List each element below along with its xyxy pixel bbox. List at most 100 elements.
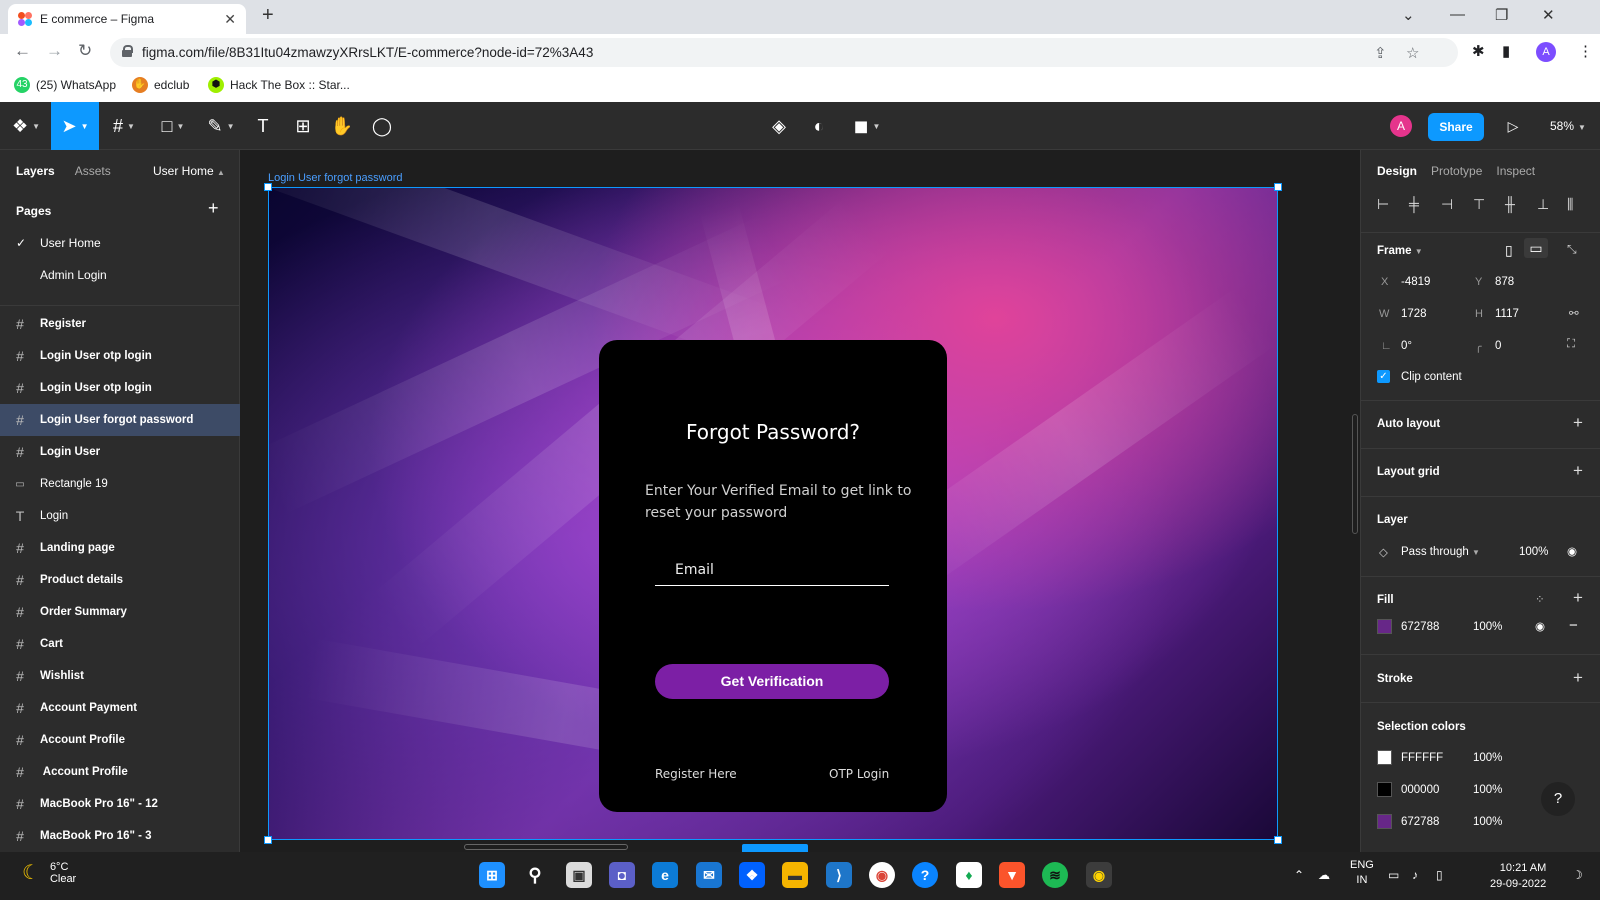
- layer-item[interactable]: # MacBook Pro 16" - 3: [0, 820, 240, 852]
- address-bar[interactable]: figma.com/file/8B31Itu04zmawzyXRrsLKT/E-…: [110, 38, 1458, 67]
- register-here-link[interactable]: Register Here: [655, 767, 737, 781]
- tab-layers[interactable]: Layers: [16, 164, 55, 178]
- notification-icon[interactable]: ☽: [1572, 868, 1583, 882]
- layer-item[interactable]: # Landing page: [0, 532, 240, 564]
- selection-color-hex[interactable]: FFFFFF: [1401, 752, 1443, 764]
- align-horizontal-center-icon[interactable]: ╪: [1409, 196, 1419, 212]
- profile-avatar[interactable]: A: [1536, 42, 1556, 62]
- add-fill-icon[interactable]: +: [1573, 588, 1583, 608]
- volume-icon[interactable]: ♪: [1412, 868, 1418, 882]
- layer-item[interactable]: # Product details: [0, 564, 240, 596]
- landscape-icon[interactable]: ▭: [1524, 238, 1548, 258]
- close-tab-icon[interactable]: ✕: [224, 11, 236, 28]
- selection-color-swatch[interactable]: [1377, 782, 1392, 797]
- fill-color-swatch[interactable]: [1377, 619, 1392, 634]
- current-page-dropdown[interactable]: User Home ▲: [153, 164, 225, 178]
- remove-fill-icon[interactable]: −: [1569, 617, 1578, 634]
- show-hidden-icons-icon[interactable]: ⌃: [1294, 868, 1304, 882]
- tab-search-icon[interactable]: ⌄: [1402, 6, 1415, 24]
- new-tab-icon[interactable]: +: [262, 4, 274, 27]
- minimize-icon[interactable]: —: [1450, 6, 1465, 23]
- width-input[interactable]: 1728: [1401, 308, 1427, 320]
- layer-opacity-input[interactable]: 100%: [1519, 546, 1548, 558]
- resources-icon[interactable]: ⊞: [288, 102, 318, 150]
- user-avatar[interactable]: A: [1390, 115, 1412, 137]
- side-panel-icon[interactable]: ▮: [1502, 42, 1510, 60]
- dropbox-icon[interactable]: ❖: [739, 862, 765, 888]
- zoom-dropdown[interactable]: 58% ▼: [1550, 119, 1586, 133]
- close-window-icon[interactable]: ✕: [1542, 6, 1555, 24]
- onedrive-icon[interactable]: ☁: [1318, 868, 1330, 882]
- share-button[interactable]: Share: [1428, 113, 1484, 141]
- language-indicator[interactable]: ENG IN: [1350, 858, 1374, 888]
- add-auto-layout-icon[interactable]: +: [1573, 413, 1583, 433]
- figma-main-menu-icon[interactable]: ❖ ▼: [6, 102, 46, 150]
- align-top-icon[interactable]: ⊤: [1473, 196, 1485, 213]
- layer-item[interactable]: # MacBook Pro 16" - 12: [0, 788, 240, 820]
- selection-color-opacity[interactable]: 100%: [1473, 784, 1502, 796]
- height-input[interactable]: 1117: [1495, 308, 1519, 320]
- layer-item[interactable]: # Account Payment: [0, 692, 240, 724]
- hand-tool-icon[interactable]: ✋: [326, 102, 358, 150]
- forward-icon[interactable]: →: [46, 41, 63, 61]
- otp-login-link[interactable]: OTP Login: [829, 767, 889, 781]
- share-page-icon[interactable]: ⇪: [1374, 44, 1387, 62]
- help-button[interactable]: ?: [1541, 782, 1575, 816]
- edge-browser-icon[interactable]: e: [652, 862, 678, 888]
- resize-handle[interactable]: [264, 183, 272, 191]
- text-tool-icon[interactable]: T: [248, 102, 278, 150]
- clip-content-checkbox[interactable]: ✓: [1377, 370, 1390, 383]
- layer-item[interactable]: ▭ Rectangle 19: [0, 468, 240, 500]
- help-app-icon[interactable]: ?: [912, 862, 938, 888]
- selection-color-swatch[interactable]: [1377, 750, 1392, 765]
- move-tool-icon[interactable]: ➤ ▼: [51, 102, 99, 150]
- selection-color-hex[interactable]: 000000: [1401, 784, 1439, 796]
- bookmark-hackthebox[interactable]: ⬢ Hack The Box :: Star...: [208, 77, 350, 93]
- teams-chat-icon[interactable]: ◘: [609, 862, 635, 888]
- selection-color-swatch[interactable]: [1377, 814, 1392, 829]
- search-icon[interactable]: ⚲: [522, 862, 548, 888]
- restore-icon[interactable]: ❐: [1495, 6, 1508, 24]
- fill-opacity-input[interactable]: 100%: [1473, 621, 1502, 633]
- frame-name-label[interactable]: Login User forgot password: [268, 172, 403, 184]
- task-view-icon[interactable]: ▣: [566, 862, 592, 888]
- shape-tool-icon[interactable]: □ ▼: [152, 102, 194, 150]
- x-input[interactable]: -4819: [1401, 276, 1430, 288]
- chrome-profile-icon[interactable]: ◉: [1086, 862, 1112, 888]
- battery-icon[interactable]: ▯: [1436, 868, 1443, 882]
- add-page-icon[interactable]: +: [208, 198, 219, 219]
- mask-icon[interactable]: ◐: [804, 102, 834, 150]
- align-vertical-center-icon[interactable]: ╫: [1505, 196, 1515, 212]
- layer-item[interactable]: # Account Profile: [0, 756, 240, 788]
- resize-handle[interactable]: [1274, 836, 1282, 844]
- constrain-proportions-icon[interactable]: ⚯: [1569, 306, 1579, 320]
- layer-item[interactable]: # Account Profile: [0, 724, 240, 756]
- rotation-input[interactable]: 0°: [1401, 340, 1412, 352]
- back-icon[interactable]: ←: [14, 41, 31, 61]
- fill-hex-input[interactable]: 672788: [1401, 621, 1439, 633]
- frame-tool-icon[interactable]: # ▼: [104, 102, 144, 150]
- email-field[interactable]: Email: [675, 562, 714, 578]
- chrome-menu-icon[interactable]: ⋮: [1578, 42, 1593, 60]
- extensions-icon[interactable]: ✱: [1472, 42, 1485, 60]
- selection-color-opacity[interactable]: 100%: [1473, 752, 1502, 764]
- bookmark-edclub[interactable]: ✋ edclub: [132, 77, 189, 93]
- pen-tool-icon[interactable]: ✎ ▼: [200, 102, 242, 150]
- vertical-scrollbar[interactable]: [1352, 414, 1358, 534]
- mail-icon[interactable]: ✉: [696, 862, 722, 888]
- page-item-user-home[interactable]: User Home: [40, 236, 101, 250]
- align-left-icon[interactable]: ⊢: [1377, 196, 1389, 213]
- design-canvas[interactable]: Login User forgot password Forgot Passwo…: [240, 150, 1360, 852]
- comment-tool-icon[interactable]: ◯: [366, 102, 398, 150]
- independent-corners-icon[interactable]: ⛶: [1567, 338, 1575, 351]
- chrome-icon[interactable]: ◉: [869, 862, 895, 888]
- page-item-admin-login[interactable]: Admin Login: [40, 268, 107, 282]
- weather-widget[interactable]: ☾ 6°C Clear: [22, 860, 76, 885]
- boolean-icon[interactable]: ◼ ▼: [848, 102, 886, 150]
- fill-styles-icon[interactable]: ⁘: [1535, 592, 1545, 606]
- resize-handle[interactable]: [1274, 183, 1282, 191]
- network-icon[interactable]: ▭: [1388, 868, 1399, 882]
- spotify-icon[interactable]: ≋: [1042, 862, 1068, 888]
- resize-handle[interactable]: [264, 836, 272, 844]
- tab-prototype[interactable]: Prototype: [1431, 164, 1482, 178]
